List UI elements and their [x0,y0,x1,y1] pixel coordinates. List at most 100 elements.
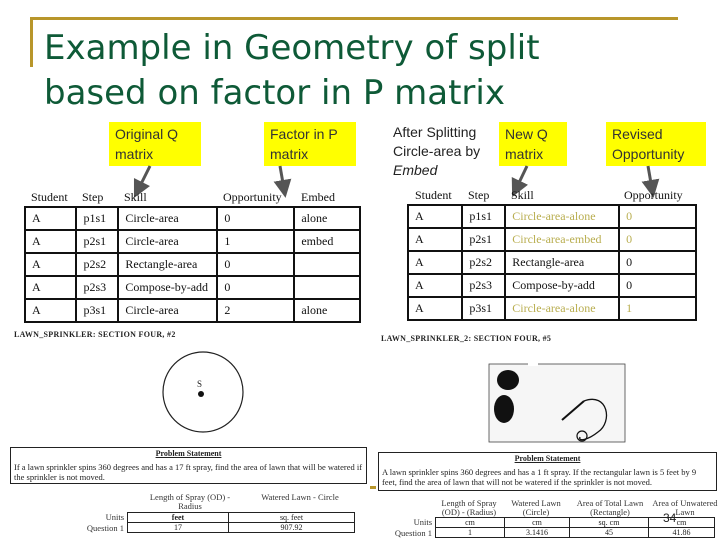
table-cell: A [406,250,464,275]
table-cell: 0 [618,227,697,252]
table-cell: Circle-area-alone [504,204,621,229]
table-row: Ap2s1 Circle-area 1 embed [23,229,361,254]
table-cell: 0 [618,250,697,275]
table-cell: A [23,206,78,231]
table-row: Ap2s3 Compose-by-add 0 [406,273,697,298]
right-answer-2: 3.1416 [504,527,570,538]
sprinkler-circle-figure: S [162,351,244,433]
left-col-header-1: Length of Spray (OD) - Radius [149,492,231,511]
title-line-1: Example in Geometry of split [44,28,540,68]
table-row: Ap3s1 Circle-area-alone 1 [406,296,697,321]
table-cell: 0 [618,273,697,298]
table-cell: Compose-by-add [117,275,219,300]
left-col-header-2: Watered Lawn - Circle [261,492,339,502]
left-units-1: feet [127,512,229,523]
arrow-new-q [511,165,529,198]
header-step: Step [468,188,490,202]
note-line-italic: Embed [393,162,438,178]
right-problem-label: LAWN_SPRINKLER_2: SECTION FOUR, #5 [381,334,552,343]
right-problem-statement: Problem Statement A lawn sprinkler spins… [378,452,717,491]
callout-text: Factor in P [270,126,338,142]
table-cell: 0 [216,206,296,231]
sprinkler-label: S [197,379,202,389]
callout-text: Revised [612,126,663,142]
table-cell: p1s1 [461,204,507,229]
after-splitting-note: After Splitting Circle-area by Embed [393,123,480,180]
table-cell: p3s1 [461,296,507,321]
table-cell: 2 [216,298,296,323]
table-row: Ap2s2 Rectangle-area 0 [23,252,361,277]
callout-text: Opportunity [612,146,685,162]
right-units-2: cm [504,517,570,528]
right-col-header-4: Area of Unwatered Lawn [652,498,718,517]
left-answer-1: 17 [127,522,229,533]
original-q-table: Ap1s1 Circle-area 0 alone Ap2s1 Circle-area 1 e… [23,206,361,323]
table-cell: Rectangle-area [504,250,621,275]
table-cell: p3s1 [75,298,120,323]
callout-text: matrix [505,146,544,162]
right-answer-3: 45 [569,527,649,538]
table-cell: A [23,252,78,277]
header-student: Student [415,188,452,202]
table-cell: 1 [618,296,697,321]
right-answer-4: 41.86 [648,527,715,538]
table-cell: p2s3 [75,275,120,300]
title-line-2: based on factor in P matrix [44,73,505,113]
left-problem-statement: Problem Statement If a lawn sprinkler sp… [10,447,367,484]
table-cell: Circle-area-alone [504,296,621,321]
callout-revised-opportunity: Revised Opportunity [606,122,706,166]
table-cell: A [406,227,464,252]
table-cell: alone [293,298,361,323]
table-cell: 0 [618,204,697,229]
arrow-factor-p [273,165,292,198]
slide-title: Example in Geometry of split based on fa… [44,26,540,116]
right-row-label-units: Units [413,517,432,527]
right-units-4: cm [648,517,715,528]
table-cell: embed [293,229,361,254]
callout-text: New Q [505,126,548,142]
note-line: After Splitting [393,124,477,140]
table-cell: 0 [216,275,296,300]
table-cell: 1 [216,229,296,254]
right-row-label-question: Question 1 [394,528,432,538]
right-units-1: cm [435,517,505,528]
callout-text: Original Q [115,126,179,142]
table-cell: A [23,229,78,254]
table-cell: Circle-area [117,298,219,323]
new-q-table: Ap1s1 Circle-area-alone 0 Ap2s1 Circle-area-… [406,204,697,321]
table-cell: p2s3 [461,273,507,298]
problem-statement-title: Problem Statement [514,454,581,463]
header-embed: Embed [301,190,335,204]
header-skill: Skill [511,188,534,202]
header-student: Student [31,190,68,204]
title-accent-line-top [30,17,678,20]
right-units-3: sq. cm [569,517,649,528]
problem-statement-text: If a lawn sprinkler spins 360 degrees an… [14,462,363,482]
problem-statement-text: A lawn sprinkler spins 360 degrees and h… [382,467,697,487]
table-cell: alone [293,206,361,231]
table-cell: p2s1 [461,227,507,252]
table-cell: Circle-area [117,206,219,231]
callout-new-q-matrix: New Q matrix [499,122,567,166]
right-col-header-2: Watered Lawn (Circle) [511,498,561,517]
table-cell: Circle-area [117,229,219,254]
sprinkler-lawn-figure [488,362,626,443]
table-cell: A [406,296,464,321]
left-units-2: sq. feet [228,512,355,523]
table-cell: p2s2 [75,252,120,277]
table-row: Ap1s1 Circle-area 0 alone [23,206,361,231]
arrow-original-q [133,165,152,199]
right-col-header-3: Area of Total Lawn (Rectangle) [576,498,644,517]
header-opportunity: Opportunity [624,188,683,202]
table-cell: p1s1 [75,206,120,231]
title-accent-line-left [30,17,33,67]
callout-factor-in-p-matrix: Factor in P matrix [264,122,356,166]
page-number: 34 [663,511,677,525]
table-cell: A [406,204,464,229]
left-problem-label: LAWN_SPRINKLER: SECTION FOUR, #2 [14,330,176,339]
callout-text: matrix [270,146,309,162]
table-row: Ap1s1 Circle-area-alone 0 [406,204,697,229]
left-answer-2: 907.92 [228,522,355,533]
callout-original-q-matrix: Original Q matrix [109,122,201,166]
table-cell: 0 [216,252,296,277]
